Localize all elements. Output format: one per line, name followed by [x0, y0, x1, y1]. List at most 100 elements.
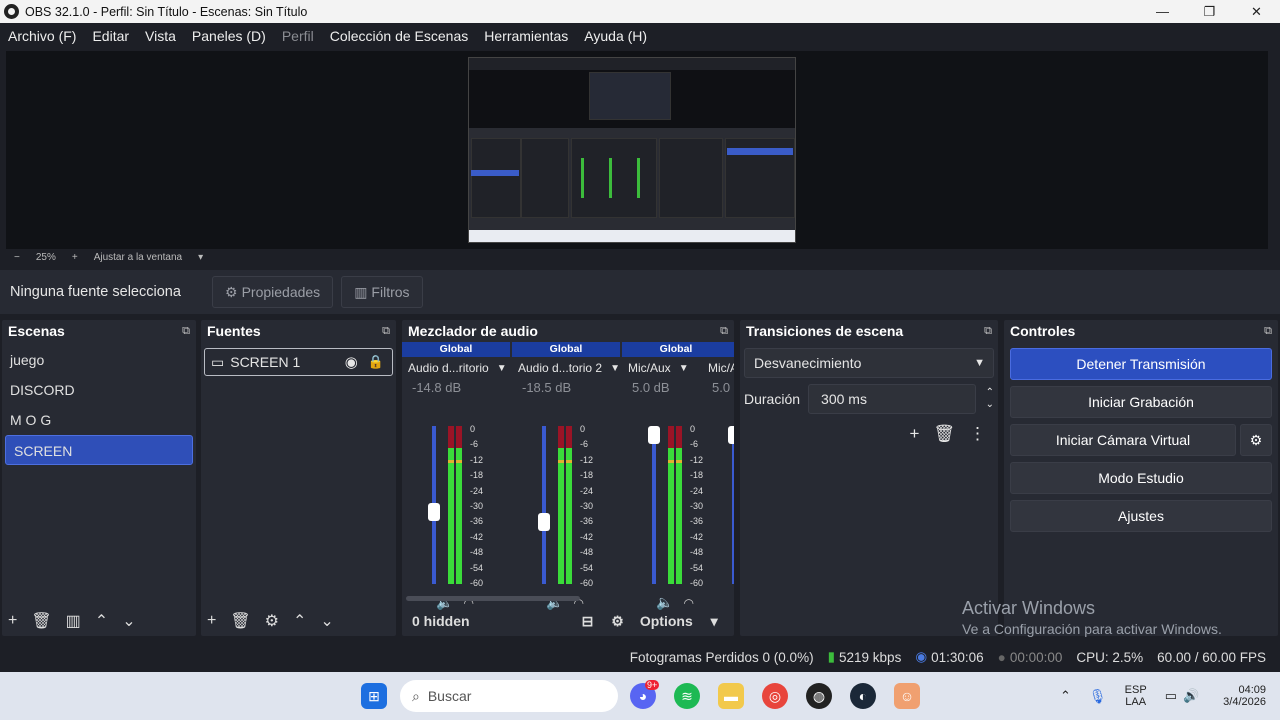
menu-ayuda[interactable]: Ayuda (H): [576, 28, 655, 44]
virtual-camera-button[interactable]: Iniciar Cámara Virtual: [1010, 424, 1236, 456]
channel-name-label: Mic/Aux: [628, 361, 671, 375]
studio-mode-button[interactable]: Modo Estudio: [1010, 462, 1272, 494]
steam-icon[interactable]: ◐: [850, 683, 876, 709]
zoom-dropdown-icon[interactable]: ▾: [198, 252, 203, 263]
trash-icon[interactable]: 🗑: [933, 424, 955, 444]
trash-icon[interactable]: 🗑: [31, 611, 51, 631]
file-explorer-icon[interactable]: ▬: [718, 683, 744, 709]
meter-scale-tick: -24: [580, 485, 594, 496]
audio-mixer-dock: Mezclador de audio ⧉ Global Audio d...rito…: [402, 320, 734, 636]
menu-archivo[interactable]: Archivo (F): [0, 28, 84, 44]
broadcast-icon: ◉: [915, 649, 928, 664]
scene-item-discord[interactable]: DISCORD: [2, 375, 196, 405]
minimize-button[interactable]: —: [1139, 0, 1186, 23]
taskbar-search[interactable]: ⌕ Buscar: [400, 680, 618, 712]
menu-coleccion[interactable]: Colección de Escenas: [322, 28, 477, 44]
clock[interactable]: 04:09 3/4/2026: [1223, 684, 1266, 708]
channel-name-label: Mic/A: [708, 361, 734, 375]
lock-icon[interactable]: 🔒: [368, 354, 384, 370]
eye-icon[interactable]: ◉: [345, 353, 358, 371]
scene-filters-icon[interactable]: ▥: [66, 611, 81, 631]
chrome-icon[interactable]: ◎: [762, 683, 788, 709]
clock-date: 3/4/2026: [1223, 696, 1266, 708]
zoom-out-button[interactable]: −: [14, 252, 20, 263]
spotify-icon[interactable]: ≋: [674, 683, 700, 709]
add-transition-icon[interactable]: +: [909, 424, 919, 444]
obs-icon[interactable]: ◍: [806, 683, 832, 709]
undock-icon[interactable]: ⧉: [720, 325, 728, 338]
start-icon[interactable]: ⊞: [361, 683, 387, 709]
zoom-in-button[interactable]: +: [72, 252, 78, 263]
duration-label: Duración: [744, 391, 801, 407]
scene-item-juego[interactable]: juego: [2, 345, 196, 375]
preview-canvas[interactable]: [6, 51, 1268, 249]
menu-vista[interactable]: Vista: [137, 28, 184, 44]
menu-editar[interactable]: Editar: [84, 28, 137, 44]
more-icon[interactable]: ⋮: [969, 424, 986, 444]
virtual-camera-gear-icon[interactable]: ⚙: [1240, 424, 1272, 456]
undock-icon[interactable]: ⧉: [1264, 325, 1272, 338]
volume-slider[interactable]: [538, 426, 550, 584]
undock-icon[interactable]: ⧉: [984, 325, 992, 338]
fit-window-label[interactable]: Ajustar a la ventana: [94, 252, 182, 263]
move-down-icon[interactable]: ⌄: [320, 611, 333, 631]
mixer-scrollbar[interactable]: [406, 596, 580, 601]
volume-slider[interactable]: [728, 426, 734, 584]
app-icon[interactable]: ☺: [894, 683, 920, 709]
volume-slider[interactable]: [648, 426, 660, 584]
close-button[interactable]: ✕: [1233, 0, 1280, 23]
meter-scale-tick: -12: [580, 454, 594, 465]
start-recording-button[interactable]: Iniciar Grabación: [1010, 386, 1272, 418]
maximize-button[interactable]: ❐: [1186, 0, 1233, 23]
source-item[interactable]: ▭ SCREEN 1 ◉ 🔒: [204, 348, 393, 376]
add-source-icon[interactable]: +: [207, 612, 216, 630]
gear-icon[interactable]: ⚙: [265, 611, 279, 631]
chevron-down-icon: ▼: [678, 362, 689, 374]
duration-input[interactable]: 300 ms: [808, 384, 976, 414]
microphone-icon[interactable]: 🎙: [1089, 688, 1107, 705]
chevron-down-icon: ▼: [496, 362, 507, 374]
menu-herramientas[interactable]: Herramientas: [476, 28, 576, 44]
volume-slider-knob[interactable]: [728, 426, 734, 444]
stop-streaming-button[interactable]: Detener Transmisión: [1010, 348, 1272, 380]
options-button[interactable]: Options ▾: [640, 613, 718, 630]
volume-slider-knob[interactable]: [648, 426, 660, 444]
move-down-icon[interactable]: ⌄: [122, 611, 135, 631]
volume-icon[interactable]: 🔊: [1183, 688, 1199, 704]
mixer-channel: Global Audio d...ritorio ▼ -14.8 dB 0 -6 -12 -1…: [402, 342, 510, 610]
add-scene-icon[interactable]: +: [8, 612, 17, 630]
window-title: OBS 32.1.0 - Perfil: Sin Título - Escena…: [25, 4, 308, 19]
language-indicator[interactable]: ESP LAA: [1125, 684, 1147, 708]
properties-button[interactable]: ⚙ Propiedades: [212, 276, 334, 308]
trash-icon[interactable]: 🗑: [230, 611, 250, 631]
channel-name[interactable]: Audio d...ritorio ▼: [408, 361, 510, 375]
channel-name[interactable]: Mic/A▼: [708, 361, 734, 375]
move-up-icon[interactable]: ⌃: [293, 611, 306, 631]
scene-item-mog[interactable]: M O G: [2, 405, 196, 435]
layout-toggle-icon[interactable]: ⊟: [582, 613, 594, 630]
channel-volume-db: -18.5 dB: [522, 380, 572, 395]
menu-perfil[interactable]: Perfil: [274, 28, 322, 44]
volume-slider[interactable]: [428, 426, 440, 584]
stepper-icon[interactable]: ⌃ ⌄: [986, 387, 994, 411]
network-icon[interactable]: ▭: [1165, 688, 1177, 704]
undock-icon[interactable]: ⧉: [182, 325, 190, 338]
volume-slider-knob[interactable]: [428, 503, 440, 521]
settings-button[interactable]: Ajustes: [1010, 500, 1272, 532]
undock-icon[interactable]: ⧉: [382, 325, 390, 338]
filters-button[interactable]: ▥ Filtros: [341, 276, 423, 308]
volume-slider-knob[interactable]: [538, 512, 550, 531]
channel-name[interactable]: Audio d...torio 2 ▼: [518, 361, 620, 375]
transition-select[interactable]: Desvanecimiento ▼: [744, 348, 994, 378]
chevron-up-icon[interactable]: ⌃: [1060, 688, 1071, 704]
meter-scale: 0 -6 -12 -18 -24 -30 -36 -42 -48 -54 -60: [470, 422, 483, 591]
menu-paneles[interactable]: Paneles (D): [184, 28, 274, 44]
obs-logo-icon: [4, 4, 19, 19]
advanced-audio-icon[interactable]: ⚙: [611, 613, 624, 630]
sources-dock: Fuentes ⧉ ▭ SCREEN 1 ◉ 🔒 + 🗑 ⚙ ⌃ ⌄: [201, 320, 396, 636]
audio-meter: [456, 426, 462, 584]
meter-scale-tick: 0: [470, 424, 476, 434]
scene-item-screen[interactable]: SCREEN: [5, 435, 193, 465]
move-up-icon[interactable]: ⌃: [95, 611, 108, 631]
audio-meter: [448, 426, 454, 584]
